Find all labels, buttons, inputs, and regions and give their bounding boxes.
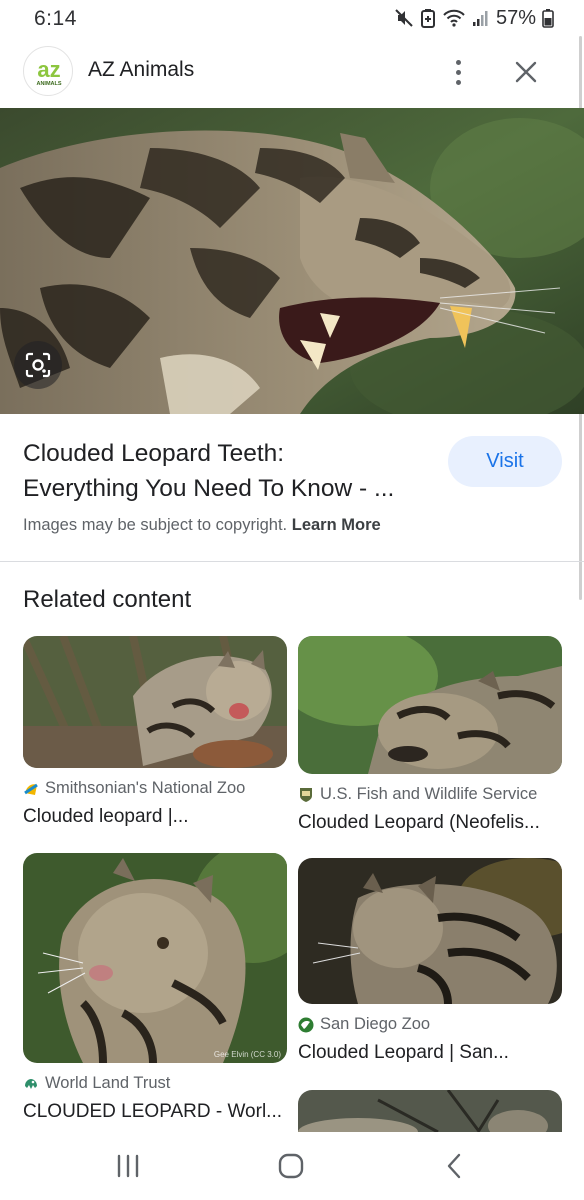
- card-source-name: Smithsonian's National Zoo: [45, 779, 246, 797]
- system-nav-bar: [0, 1132, 584, 1200]
- mute-icon: [394, 8, 414, 28]
- section-divider: [0, 561, 584, 562]
- wlt-favicon: [23, 1076, 39, 1092]
- back-icon: [447, 1153, 461, 1179]
- data-saver-icon: [420, 8, 436, 28]
- related-thumbnail[interactable]: [23, 636, 287, 768]
- learn-more-link[interactable]: Learn More: [292, 516, 381, 534]
- card-source: World Land Trust: [23, 1074, 170, 1093]
- clouded-leopard-photo: [0, 108, 584, 414]
- card-source-name: World Land Trust: [45, 1074, 171, 1092]
- battery-icon: [542, 8, 554, 28]
- card-source: U.S. Fish and Wildlife Service: [298, 785, 537, 804]
- visit-button[interactable]: Visit: [448, 436, 562, 487]
- close-icon: [515, 61, 537, 83]
- related-thumbnail[interactable]: Gee Elvin (CC 3.0): [23, 853, 287, 1063]
- result-title[interactable]: Clouded Leopard Teeth: Everything You Ne…: [23, 436, 433, 506]
- wifi-icon: [442, 8, 466, 28]
- image-viewer-page: 6:14 57% az ANIMALS AZ Animals Clouded L…: [0, 0, 584, 1200]
- az-animals-logo: az ANIMALS: [23, 46, 73, 96]
- card-title[interactable]: Clouded Leopard (Neofelis...: [298, 812, 540, 834]
- recent-apps-button[interactable]: [108, 1150, 148, 1182]
- home-icon: [278, 1153, 304, 1179]
- more-dot: [455, 59, 461, 65]
- result-title-line1: Clouded Leopard Teeth:: [23, 440, 285, 467]
- more-dot: [455, 69, 461, 75]
- card-title[interactable]: CLOUDED LEOPARD - Worl...: [23, 1101, 282, 1123]
- related-card-fws[interactable]: U.S. Fish and Wildlife Service Clouded L…: [298, 636, 562, 846]
- photo-credit: Gee Elvin (CC 3.0): [213, 1050, 281, 1059]
- card-title[interactable]: Clouded Leopard | San...: [298, 1042, 509, 1064]
- status-time: 6:14: [34, 7, 77, 30]
- home-button[interactable]: [271, 1150, 311, 1182]
- result-header: az ANIMALS AZ Animals: [0, 36, 584, 108]
- related-card-partial[interactable]: [298, 1090, 562, 1150]
- logo-text: az: [37, 57, 60, 82]
- related-content-heading: Related content: [23, 586, 192, 613]
- more-options-button[interactable]: [444, 54, 472, 90]
- card-title[interactable]: Clouded leopard |...: [23, 806, 189, 828]
- lens-search-button[interactable]: [14, 341, 62, 389]
- copyright-text: Images may be subject to copyright.: [23, 516, 288, 534]
- related-card-sdzoo[interactable]: San Diego Zoo Clouded Leopard | San...: [298, 858, 562, 1068]
- card-source-name: San Diego Zoo: [320, 1015, 431, 1033]
- card-source: San Diego Zoo: [298, 1015, 430, 1034]
- recent-apps-icon: [117, 1154, 139, 1178]
- signal-icon: [472, 8, 490, 28]
- card-source: Smithsonian's National Zoo: [23, 779, 245, 798]
- logo-subtext: ANIMALS: [36, 81, 61, 87]
- close-button[interactable]: [510, 56, 542, 88]
- status-icons: 57%: [394, 5, 554, 31]
- more-dot: [455, 79, 461, 85]
- related-card-wlt[interactable]: Gee Elvin (CC 3.0) World Land Trust CLOU…: [23, 853, 287, 1123]
- result-title-line2: Everything You Need To Know - ...: [23, 475, 395, 502]
- site-name[interactable]: AZ Animals: [88, 58, 194, 82]
- sdzoo-favicon: [298, 1017, 314, 1033]
- battery-percent: 57%: [495, 6, 536, 29]
- related-card-smithsonian[interactable]: Smithsonian's National Zoo Clouded leopa…: [23, 636, 287, 836]
- fws-favicon: [298, 787, 314, 803]
- hero-image[interactable]: [0, 108, 584, 414]
- back-button[interactable]: [434, 1150, 474, 1182]
- related-thumbnail[interactable]: [298, 636, 562, 774]
- copyright-notice: Images may be subject to copyright. Lear…: [23, 516, 381, 535]
- related-thumbnail[interactable]: [298, 858, 562, 1004]
- lens-icon: [25, 352, 51, 378]
- status-bar: 6:14 57%: [0, 0, 584, 36]
- smithsonian-favicon: [23, 780, 39, 797]
- card-source-name: U.S. Fish and Wildlife Service: [320, 785, 538, 803]
